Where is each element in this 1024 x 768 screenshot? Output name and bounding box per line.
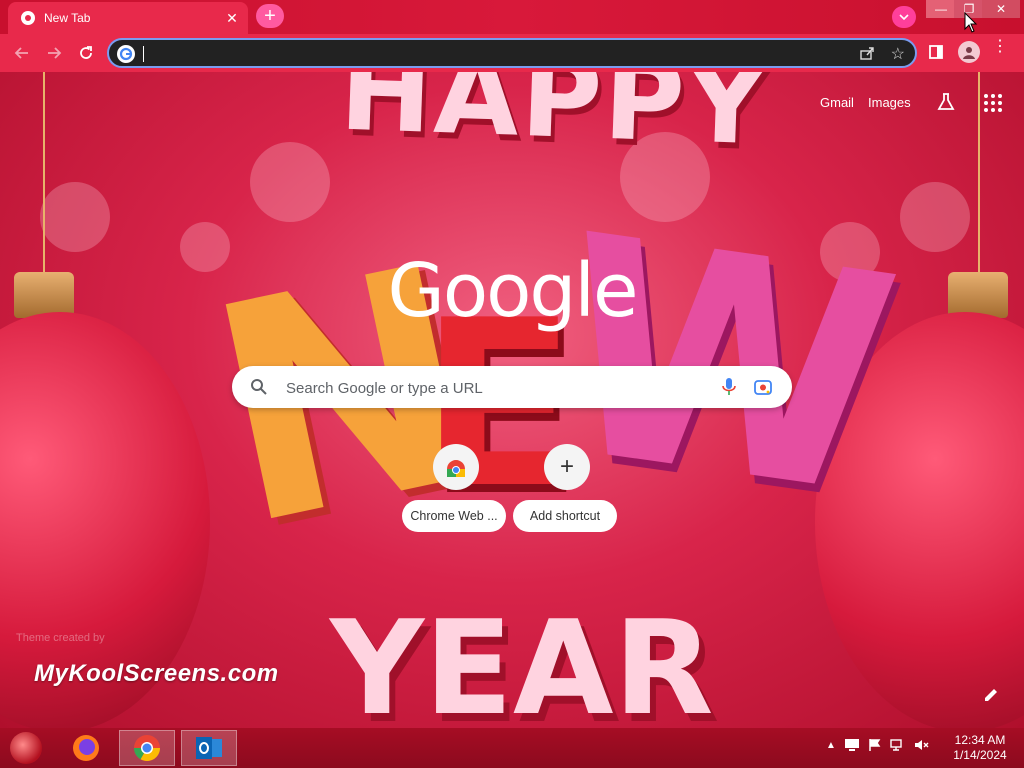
volume-muted-icon[interactable] — [914, 738, 930, 752]
search-input[interactable] — [284, 366, 708, 410]
address-bar[interactable]: ☆ — [107, 38, 917, 68]
reload-button[interactable] — [72, 40, 100, 66]
share-icon[interactable] — [859, 45, 875, 61]
happy-word: HAPPY — [337, 72, 771, 170]
images-link[interactable]: Images — [868, 95, 911, 110]
action-center-flag-icon[interactable] — [868, 738, 882, 752]
back-button[interactable] — [8, 40, 36, 66]
google-lens-icon[interactable] — [754, 378, 772, 396]
labs-flask-icon[interactable] — [936, 92, 956, 112]
chrome-icon — [21, 11, 35, 25]
person-icon — [963, 47, 975, 59]
ornament-string — [43, 72, 45, 272]
title-bar: New Tab ✕ + — ❐ ✕ — [0, 0, 1024, 34]
arrow-right-icon — [48, 47, 62, 59]
taskbar-chrome[interactable] — [119, 730, 175, 766]
taskbar-clock[interactable]: 12:34 AM 1/14/2024 — [948, 733, 1012, 763]
forward-button[interactable] — [40, 40, 68, 66]
add-shortcut-button[interactable]: + Add shortcut — [513, 444, 623, 536]
taskbar-firefox[interactable] — [58, 730, 114, 766]
chrome-menu-button[interactable]: ⋮ — [992, 39, 1008, 55]
minimize-button[interactable]: — — [926, 0, 956, 18]
customize-pencil-icon[interactable] — [982, 686, 1000, 704]
profile-avatar[interactable] — [958, 41, 980, 63]
side-panel-icon[interactable] — [928, 44, 944, 60]
mouse-cursor-icon — [964, 12, 978, 33]
network-icon[interactable] — [890, 738, 906, 752]
taskbar-outlook[interactable] — [181, 730, 237, 766]
chrome-web-store-icon — [447, 460, 465, 477]
search-icon — [251, 379, 267, 395]
monitor-icon[interactable] — [844, 738, 860, 752]
start-button[interactable] — [10, 732, 42, 764]
chevron-down-icon — [899, 14, 909, 20]
system-tray: ▲ — [826, 738, 930, 752]
shortcut-icon-container — [433, 444, 479, 490]
gmail-link[interactable]: Gmail — [820, 95, 854, 110]
clock-date: 1/14/2024 — [953, 748, 1007, 762]
firefox-icon — [73, 735, 99, 761]
show-hidden-icons-button[interactable]: ▲ — [826, 740, 836, 751]
tab-new-tab[interactable]: New Tab ✕ — [8, 2, 248, 34]
google-apps-icon[interactable] — [984, 94, 1002, 112]
header-links: Gmail Images — [764, 72, 1024, 136]
tab-title: New Tab — [44, 11, 91, 25]
address-caret — [143, 46, 144, 62]
new-tab-button[interactable]: + — [256, 4, 284, 28]
theme-credit: Theme created by — [16, 632, 105, 644]
clock-time: 12:34 AM — [954, 733, 1006, 747]
theme-brand-link[interactable]: MyKoolScreens.com — [34, 660, 279, 688]
bookmark-star-icon[interactable]: ☆ — [891, 44, 905, 64]
year-word: YEAR — [330, 592, 714, 728]
bokeh-light — [40, 182, 110, 252]
plus-icon: + — [544, 444, 590, 490]
google-g-icon — [117, 45, 135, 63]
chrome-icon — [133, 735, 161, 762]
shortcut-label: Add shortcut — [513, 500, 617, 532]
microphone-icon[interactable] — [722, 378, 736, 396]
arrow-left-icon — [14, 47, 28, 59]
reload-icon — [80, 46, 92, 59]
tab-close-icon[interactable]: ✕ — [222, 8, 242, 28]
search-box[interactable] — [232, 366, 792, 410]
windows-taskbar: ▲ 12:34 AM 1/14/2024 — [0, 728, 1024, 768]
shortcut-label: Chrome Web ... — [402, 500, 506, 532]
close-window-button[interactable]: ✕ — [982, 0, 1020, 18]
tab-search-button[interactable] — [892, 6, 916, 28]
outlook-icon — [196, 737, 222, 759]
shortcut-chrome-web-store[interactable]: Chrome Web ... — [402, 444, 512, 536]
google-logo: Google — [387, 248, 639, 334]
browser-toolbar: ☆ ⋮ — [0, 34, 1024, 72]
bokeh-light — [250, 142, 330, 222]
new-tab-page: HAPPY N E W YEAR Gmail Images Google Chr… — [0, 72, 1024, 728]
